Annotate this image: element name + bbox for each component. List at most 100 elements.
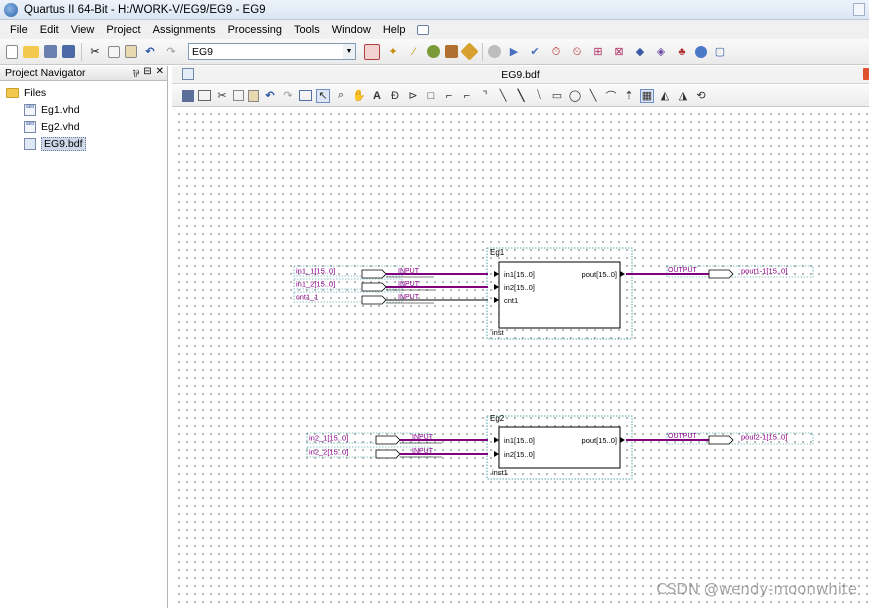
save-icon[interactable] — [44, 45, 57, 58]
print-icon[interactable] — [198, 90, 211, 101]
timing-analyzer-icon[interactable]: ⏱ — [548, 44, 564, 60]
input-pin[interactable]: cnt1_1 INPUT — [293, 291, 488, 305]
diagonal-bus-tool-icon[interactable]: ╲ — [514, 89, 528, 103]
conduit-tool-icon[interactable]: ⌝ — [478, 89, 492, 103]
copy-icon[interactable] — [108, 45, 120, 58]
pin-planner-icon[interactable]: ✦ — [385, 44, 401, 60]
close-icon[interactable]: ✕ — [156, 66, 164, 80]
combo-value: EG9 — [192, 45, 214, 58]
toolbar-separator — [81, 42, 82, 61]
menu-bar: File Edit View Project Assignments Proce… — [0, 20, 869, 39]
menu-processing[interactable]: Processing — [222, 24, 288, 36]
diagonal-node-tool-icon[interactable]: ╲ — [496, 89, 510, 103]
cut-icon[interactable]: ✂ — [215, 89, 229, 103]
programmer-icon[interactable]: ♣ — [674, 44, 690, 60]
selection-tool-icon[interactable]: ↖ — [316, 88, 330, 103]
menu-edit[interactable]: Edit — [34, 24, 65, 36]
tree-item-file[interactable]: abd Eg1.vhd — [0, 101, 167, 118]
pin-icon[interactable]: ⅌ — [133, 66, 140, 80]
menu-view[interactable]: View — [65, 24, 101, 36]
menu-assignments[interactable]: Assignments — [147, 24, 222, 36]
menu-file[interactable]: File — [4, 24, 34, 36]
block-eg1[interactable]: Eg1 inst in1[15..0] in2[15..0] cnt1 pout… — [486, 247, 633, 340]
flip-horizontal-icon[interactable]: ◭ — [658, 89, 672, 103]
input-pin[interactable]: in1_2[15..0] INPUT — [293, 278, 488, 292]
text-tool-icon[interactable]: A — [370, 89, 384, 103]
symbol-tool-icon[interactable]: Ð — [388, 89, 402, 103]
menu-window[interactable]: Window — [326, 24, 377, 36]
paste-icon[interactable] — [125, 45, 137, 58]
pin-tool-icon[interactable]: ⊳ — [406, 89, 420, 103]
signaltap-icon[interactable]: ◆ — [632, 44, 648, 60]
input-pin[interactable]: in1_1[15..0] INPUT — [293, 265, 488, 279]
settings-chip-icon[interactable] — [427, 45, 440, 58]
float-icon[interactable]: ⊟ — [143, 66, 151, 80]
save-all-icon[interactable] — [62, 45, 75, 58]
tree-label-file: Eg2.vhd — [41, 120, 80, 133]
partial-line-icon[interactable]: ⇡ — [622, 89, 636, 103]
vhd-file-icon: abd — [24, 120, 36, 133]
copy-icon[interactable] — [233, 90, 244, 101]
input-pin-symbol — [361, 269, 387, 279]
rotate-icon[interactable]: ⟲ — [694, 89, 708, 103]
arc-tool-icon[interactable]: ⌒ — [604, 89, 618, 103]
flip-vertical-icon[interactable]: ◮ — [676, 89, 690, 103]
output-pin-symbol — [708, 435, 734, 445]
menu-help[interactable]: Help — [377, 24, 412, 36]
orthogonal-bus-tool-icon[interactable]: ⌐ — [460, 89, 474, 103]
close-document-icon[interactable] — [863, 68, 869, 80]
watermark: CSDN @wendy-moonwhite — [656, 580, 857, 598]
full-screen-icon[interactable] — [299, 90, 312, 101]
tree-item-file[interactable]: EG9.bdf — [0, 135, 167, 152]
cut-icon[interactable]: ✂ — [87, 44, 103, 60]
diagonal-conduit-tool-icon[interactable]: ⧹ — [532, 89, 546, 103]
input-pin-symbol — [375, 449, 401, 459]
analysis-icon[interactable]: ✔ — [527, 44, 543, 60]
tree-item-files[interactable]: Files — [0, 84, 167, 101]
line-tool-icon[interactable]: ╲ — [586, 89, 600, 103]
chip-planner-icon[interactable] — [460, 42, 479, 61]
save-icon[interactable] — [182, 89, 194, 102]
top-level-entity-combo[interactable]: EG9 ▼ — [188, 43, 356, 60]
undo-icon[interactable]: ↶ — [263, 89, 277, 103]
stop-icon[interactable] — [488, 45, 501, 58]
start-compilation-icon[interactable]: ▶ — [506, 44, 522, 60]
rectangle-tool-icon[interactable]: ▭ — [550, 89, 564, 103]
help-balloon-icon[interactable] — [417, 24, 430, 35]
oval-tool-icon[interactable]: ◯ — [568, 89, 582, 103]
timequest-icon[interactable]: ⏲ — [569, 44, 585, 60]
open-folder-icon[interactable] — [23, 45, 39, 58]
pin-name: in2_1[15..0] — [309, 434, 348, 443]
rtl-viewer-icon[interactable]: ⊠ — [611, 44, 627, 60]
help-icon[interactable]: ▢ — [712, 44, 728, 60]
tree-item-file[interactable]: abd Eg2.vhd — [0, 118, 167, 135]
design-partition-icon[interactable] — [445, 45, 458, 58]
netlist-viewer-icon[interactable]: ⊞ — [590, 44, 606, 60]
block-tool-icon[interactable]: □ — [424, 89, 438, 103]
info-icon[interactable] — [695, 45, 707, 58]
rubberbanding-icon[interactable]: ▦ — [640, 88, 654, 103]
hand-tool-icon[interactable]: ✋ — [352, 89, 366, 103]
window-control-button[interactable] — [853, 3, 865, 16]
menu-project[interactable]: Project — [100, 24, 146, 36]
input-pin[interactable]: in2_2[15..0] INPUT — [306, 446, 488, 459]
redo-icon[interactable]: ↷ — [163, 44, 179, 60]
block-eg2[interactable]: Eg2 inst1 in1[15..0] in2[15..0] pout[15.… — [486, 414, 633, 480]
chevron-down-icon[interactable]: ▼ — [343, 44, 355, 59]
port-arrow — [620, 437, 625, 443]
orthogonal-node-tool-icon[interactable]: ⌐ — [442, 89, 456, 103]
schematic-canvas[interactable]: Eg1 inst in1[15..0] in2[15..0] cnt1 pout… — [172, 107, 869, 608]
output-pin[interactable]: OUTPUT pout2-1[15..0] — [626, 433, 814, 445]
input-pin[interactable]: in2_1[15..0] INPUT — [306, 432, 488, 445]
wand-icon[interactable]: ⁄ — [406, 44, 422, 60]
redo-icon[interactable]: ↷ — [281, 89, 295, 103]
input-pin-symbol — [361, 282, 387, 292]
undo-icon[interactable]: ↶ — [142, 44, 158, 60]
zoom-tool-icon[interactable]: ⌕ — [334, 89, 348, 103]
output-pin[interactable]: OUTPUT pout1-1[15..0] — [626, 265, 814, 279]
assignment-editor-icon[interactable] — [364, 43, 380, 60]
chip-editor-icon[interactable]: ◈ — [653, 44, 669, 60]
new-file-icon[interactable] — [6, 44, 18, 59]
paste-icon[interactable] — [248, 89, 259, 102]
menu-tools[interactable]: Tools — [288, 24, 326, 36]
